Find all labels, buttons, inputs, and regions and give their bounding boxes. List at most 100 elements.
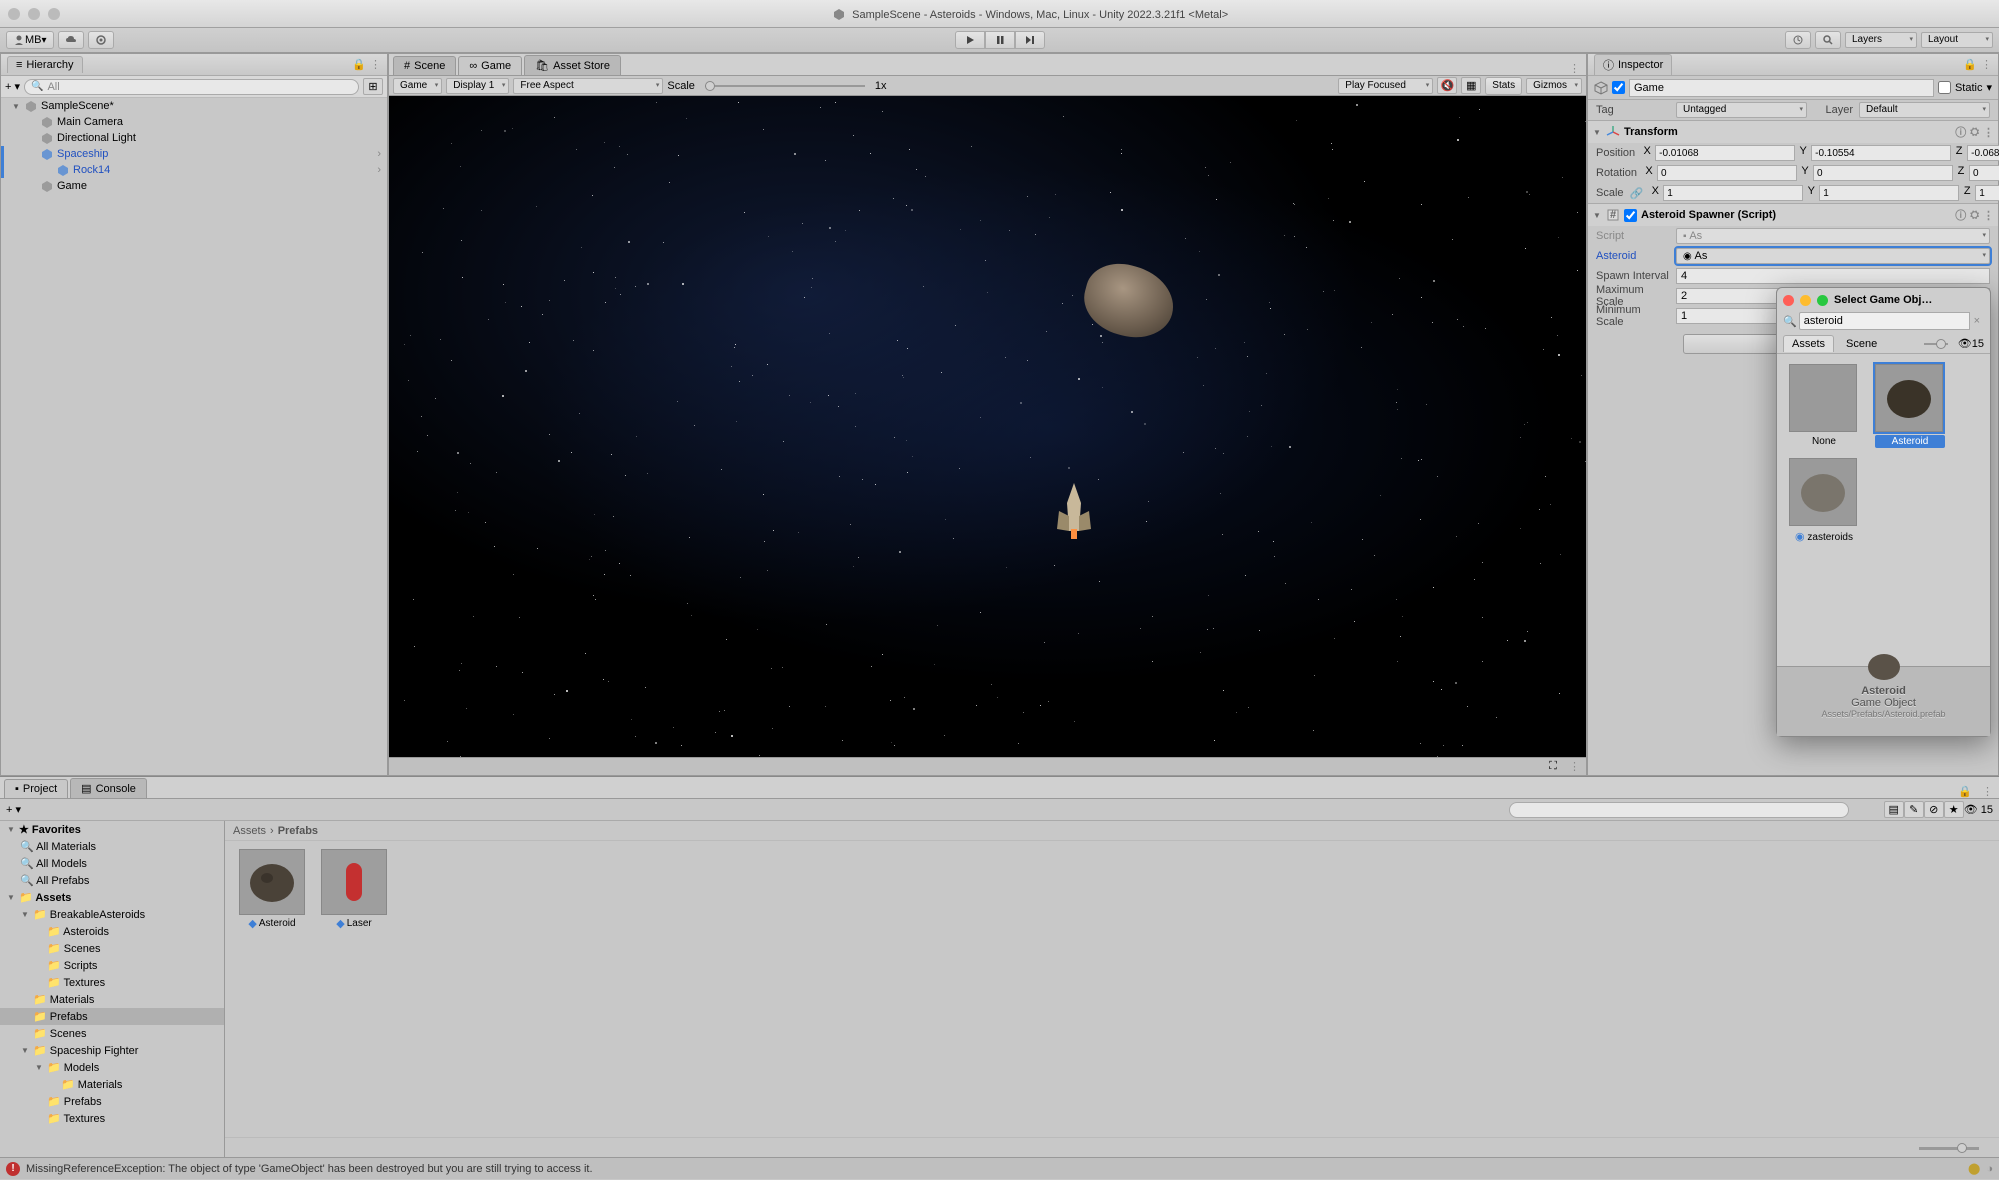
play-button[interactable] <box>955 31 985 49</box>
maximize-icon[interactable]: ⛶ <box>1543 758 1563 775</box>
rot-y-input[interactable] <box>1813 165 1953 181</box>
hierarchy-item[interactable]: Game <box>1 178 387 194</box>
rot-z-input[interactable] <box>1969 165 1999 181</box>
create-button[interactable]: + ▾ <box>5 80 20 93</box>
view-tab-game[interactable]: ∞Game <box>458 56 522 75</box>
scale-x-input[interactable] <box>1663 185 1803 201</box>
hierarchy-search[interactable]: 🔍 All <box>24 79 359 95</box>
inspector-tab[interactable]: ⓘ Inspector <box>1594 54 1672 75</box>
project-tree-item[interactable]: ▼📁 Assets <box>0 889 224 906</box>
view-tab-scene[interactable]: #Scene <box>393 56 456 75</box>
static-checkbox[interactable] <box>1938 81 1951 94</box>
project-tree-item[interactable]: ▼📁 Spaceship Fighter <box>0 1042 224 1059</box>
project-tree-item[interactable]: 📁 Textures <box>0 974 224 991</box>
project-search[interactable] <box>1509 802 1849 818</box>
popup-tab-scene[interactable]: Scene <box>1838 336 1885 352</box>
hierarchy-item[interactable]: Directional Light <box>1 130 387 146</box>
hierarchy-item[interactable]: Spaceship› <box>1 146 387 162</box>
project-tab[interactable]: ▪ Project <box>4 779 68 798</box>
project-tree-item[interactable]: 📁 Scenes <box>0 1025 224 1042</box>
project-tree-item[interactable]: 📁 Textures <box>0 1110 224 1127</box>
create-button[interactable]: + ▾ <box>6 803 21 816</box>
project-tree-item[interactable]: ▼★ Favorites <box>0 821 224 838</box>
pos-x-input[interactable] <box>1655 145 1795 161</box>
lock-icon[interactable]: 🔒 <box>1954 785 1976 798</box>
undo-history-button[interactable] <box>1785 31 1811 49</box>
clear-search-icon[interactable]: × <box>1970 315 1984 327</box>
global-search-button[interactable] <box>1815 31 1841 49</box>
object-name-input[interactable] <box>1629 79 1934 97</box>
popup-close[interactable] <box>1783 295 1794 306</box>
project-tree-item[interactable]: 📁 Materials <box>0 1076 224 1093</box>
display-dropdown[interactable]: Display 1 <box>446 78 509 94</box>
game-dropdown[interactable]: Game <box>393 78 442 94</box>
menu-icon[interactable]: ⋮ <box>1563 62 1586 75</box>
vsync-button[interactable]: ▦ <box>1461 77 1481 94</box>
rot-x-input[interactable] <box>1657 165 1797 181</box>
pause-button[interactable] <box>985 31 1015 49</box>
spawn-input[interactable] <box>1676 268 1990 284</box>
hierarchy-item[interactable]: Rock14› <box>1 162 387 178</box>
asset-item[interactable]: ◆Laser <box>319 849 389 1129</box>
active-checkbox[interactable] <box>1612 81 1625 94</box>
asteroid-field[interactable]: ◉ As <box>1676 248 1990 264</box>
spawner-enabled-checkbox[interactable] <box>1624 209 1637 222</box>
project-tree-item[interactable]: 🔍 All Materials <box>0 838 224 855</box>
gizmos-dropdown[interactable]: Gizmos <box>1526 78 1582 94</box>
picker-item[interactable]: Asteroid <box>1875 364 1945 448</box>
menu-icon[interactable]: ⋮ <box>370 58 381 71</box>
play-focused-dropdown[interactable]: Play Focused <box>1338 78 1433 94</box>
link-icon[interactable]: 🔗 <box>1630 187 1644 200</box>
project-tree-item[interactable]: 📁 Prefabs <box>0 1093 224 1110</box>
mute-button[interactable]: 🔇 <box>1437 77 1457 94</box>
pos-z-input[interactable] <box>1967 145 1999 161</box>
cloud-button[interactable] <box>58 31 84 49</box>
scale-slider[interactable] <box>705 85 865 87</box>
layer-dropdown[interactable]: Default <box>1859 102 1990 118</box>
filter-icon[interactable]: ▤ <box>1884 801 1904 818</box>
layout-dropdown[interactable]: Layout <box>1921 32 1993 48</box>
scene-picker-icon[interactable]: ⊞ <box>363 78 383 95</box>
project-tree-item[interactable]: 📁 Materials <box>0 991 224 1008</box>
popup-search-input[interactable] <box>1799 312 1970 330</box>
min-dot[interactable] <box>28 8 40 20</box>
hierarchy-item[interactable]: Main Camera <box>1 114 387 130</box>
view-tab-asset-store[interactable]: 🛍Asset Store <box>524 55 621 75</box>
project-tree-item[interactable]: 📁 Asteroids <box>0 923 224 940</box>
status-bar[interactable]: ! MissingReferenceException: The object … <box>0 1157 1999 1179</box>
stats-button[interactable]: Stats <box>1485 77 1522 95</box>
popup-max[interactable] <box>1817 295 1828 306</box>
save-icon[interactable]: ✎ <box>1904 801 1924 818</box>
favorite-icon[interactable]: ★ <box>1944 801 1964 818</box>
picker-item[interactable]: ◉ zasteroids <box>1789 458 1859 544</box>
thumb-size-slider[interactable] <box>225 1137 1999 1157</box>
pos-y-input[interactable] <box>1811 145 1951 161</box>
step-button[interactable] <box>1015 31 1045 49</box>
lock-icon[interactable]: 🔒 <box>352 58 366 71</box>
project-tree-item[interactable]: ▼📁 Models <box>0 1059 224 1076</box>
game-viewport[interactable] <box>389 96 1586 757</box>
popup-tab-assets[interactable]: Assets <box>1783 335 1834 352</box>
project-tree-item[interactable]: 📁 Scenes <box>0 940 224 957</box>
hierarchy-tab[interactable]: ≡Hierarchy <box>7 56 83 73</box>
tag-dropdown[interactable]: Untagged <box>1676 102 1807 118</box>
hierarchy-item[interactable]: ▼SampleScene* <box>1 98 387 114</box>
menu-icon[interactable]: ⋮ <box>1981 58 1992 71</box>
settings-button[interactable] <box>88 31 114 49</box>
asset-grid[interactable]: ◆Asteroid◆Laser <box>225 841 1999 1137</box>
lock-icon[interactable]: 🔒 <box>1963 58 1977 71</box>
close-dot[interactable] <box>8 8 20 20</box>
project-tree-item[interactable]: 🔍 All Models <box>0 855 224 872</box>
scale-z-input[interactable] <box>1975 185 1999 201</box>
project-tree[interactable]: ▼★ Favorites🔍 All Materials🔍 All Models🔍… <box>0 821 225 1157</box>
aspect-dropdown[interactable]: Free Aspect <box>513 78 663 94</box>
menu-icon[interactable]: ⋮ <box>1976 785 1999 798</box>
breadcrumb[interactable]: Assets › Prefabs <box>225 821 1999 841</box>
account-button[interactable]: MB ▾ <box>6 31 54 49</box>
hierarchy-tree[interactable]: ▼SampleScene*Main CameraDirectional Ligh… <box>1 98 387 775</box>
picker-item[interactable]: None <box>1789 364 1859 448</box>
project-tree-item[interactable]: ▼📁 BreakableAsteroids <box>0 906 224 923</box>
popup-thumb-slider[interactable] <box>1924 343 1948 345</box>
spawner-header[interactable]: ▼ # Asteroid Spawner (Script) ⓘ⛭⋮ <box>1588 204 1998 226</box>
layers-dropdown[interactable]: Layers <box>1845 32 1917 48</box>
